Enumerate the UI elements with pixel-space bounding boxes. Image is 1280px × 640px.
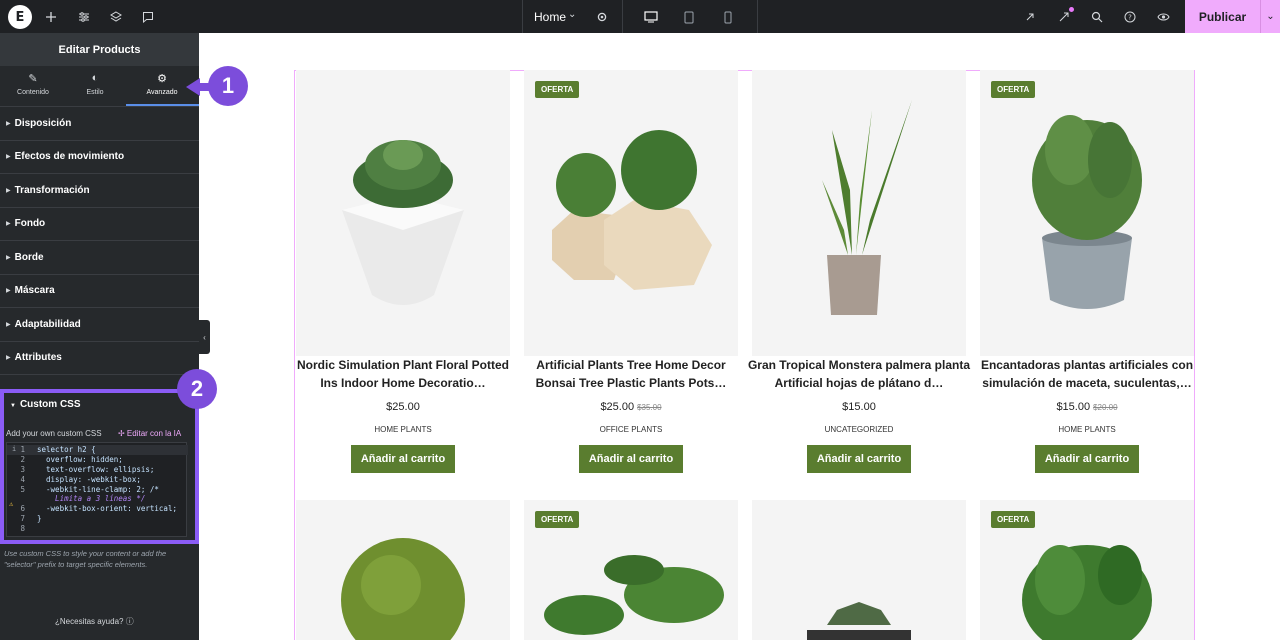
caret-right-icon: ▶ (6, 254, 11, 261)
add-to-cart-button[interactable]: Añadir al carrito (807, 445, 911, 473)
product-price: $25.00 (386, 401, 420, 413)
page-selector[interactable]: Home (534, 10, 566, 24)
custom-css-help-text: Use custom CSS to style your content or … (4, 549, 167, 569)
section-label: Adaptabilidad (14, 318, 81, 330)
product-image[interactable] (296, 500, 510, 640)
product-title[interactable]: Gran Tropical Monstera palmera planta Ar… (746, 356, 972, 392)
help-icon[interactable]: ? (1119, 6, 1141, 28)
section-mask[interactable]: ▶ Máscara (0, 275, 199, 308)
settings-sliders-icon[interactable] (73, 6, 95, 28)
collapse-panel-chevron-icon[interactable]: ‹ (199, 320, 210, 354)
add-to-cart-button[interactable]: Añadir al carrito (1035, 445, 1139, 473)
section-transform[interactable]: ▶ Transformación (0, 174, 199, 208)
product-image[interactable] (296, 70, 510, 356)
section-label: Máscara (14, 285, 55, 297)
sale-badge: OFERTA (991, 81, 1036, 98)
sale-badge: OFERTA (535, 81, 580, 98)
section-attributes[interactable]: ▶ Attributes (0, 342, 199, 375)
product-title[interactable]: Nordic Simulation Plant Floral Potted In… (290, 356, 516, 392)
panel-title: Editar Products (0, 33, 199, 66)
editor-panel: Editar Products ✎ Contenido ◐ Estilo ⚙ A… (0, 33, 199, 640)
product-price: $25.00 $35.00 (600, 401, 662, 413)
svg-text:?: ? (1128, 14, 1132, 22)
layers-icon[interactable] (105, 6, 127, 28)
publish-button[interactable]: Publicar (1185, 0, 1260, 33)
edit-with-ai-link[interactable]: ✢ Editar con la IA (118, 429, 181, 438)
chevron-down-icon[interactable]: ⌄ (568, 9, 576, 20)
product-old-price: $20.00 (1093, 403, 1118, 412)
tab-content[interactable]: ✎ Contenido (0, 66, 66, 107)
product-category[interactable]: HOME PLANTS (980, 425, 1194, 434)
section-label: Fondo (14, 218, 46, 230)
step-badge-2: 2 (177, 369, 217, 409)
warning-icon: ⚠ (9, 500, 14, 508)
top-bar: E Home ⌄ ? Publicar ⌄ (0, 0, 1280, 33)
caret-right-icon: ▶ (6, 187, 11, 194)
caret-right-icon: ▶ (6, 321, 11, 328)
publish-options-chevron-icon[interactable]: ⌄ (1260, 0, 1280, 33)
section-motion-effects[interactable]: ▶ Efectos de movimiento (0, 141, 199, 174)
section-label: Efectos de movimiento (14, 151, 125, 163)
product-image[interactable] (752, 70, 966, 356)
tab-style[interactable]: ◐ Estilo (62, 66, 128, 107)
custom-css-section: ▼ Custom CSS Add your own custom CSS ✢ Ed… (0, 389, 199, 544)
elementor-logo-icon[interactable]: E (8, 5, 32, 29)
section-responsive[interactable]: ▶ Adaptabilidad (0, 308, 199, 342)
section-label: Transformación (14, 184, 90, 196)
add-to-cart-button[interactable]: Añadir al carrito (351, 445, 455, 473)
custom-css-label: Add your own custom CSS (6, 429, 102, 438)
product-price: $15.00 (842, 401, 876, 413)
active-line-highlight (7, 445, 188, 455)
preview-eye-icon[interactable] (1152, 6, 1174, 28)
section-border[interactable]: ▶ Borde (0, 241, 199, 275)
active-tab-indicator (126, 104, 199, 106)
rocket-icon[interactable] (1019, 6, 1041, 28)
section-layout[interactable]: ▶ Disposición (0, 107, 199, 141)
section-label: Attributes (14, 352, 62, 364)
caret-right-icon: ▶ (6, 288, 11, 295)
tab-label: Estilo (86, 89, 104, 96)
product-old-price: $35.00 (637, 403, 662, 412)
tablet-device-icon[interactable] (678, 6, 700, 28)
section-background[interactable]: ▶ Fondo (0, 208, 199, 241)
caret-right-icon: ▶ (6, 120, 11, 127)
sale-badge: OFERTA (535, 511, 580, 528)
product-image[interactable] (752, 500, 966, 640)
section-label: Custom CSS (19, 399, 81, 410)
caret-down-icon: ▼ (10, 403, 16, 409)
caret-right-icon: ▶ (6, 154, 11, 161)
need-help-link[interactable]: ¿Necesitas ayuda? ⓘ (55, 616, 134, 627)
tab-label: Contenido (17, 89, 49, 96)
add-to-cart-button[interactable]: Añadir al carrito (579, 445, 683, 473)
pencil-icon: ✎ (28, 73, 38, 85)
css-code-editor[interactable]: i ⚠ 1 selector h2 { 2 overflow: hidden; 3… (6, 442, 188, 537)
search-icon[interactable] (1086, 6, 1108, 28)
section-label: Disposición (14, 117, 72, 129)
section-label: Borde (14, 251, 44, 263)
product-category[interactable]: OFFICE PLANTS (524, 425, 738, 434)
product-image[interactable] (524, 70, 738, 356)
panel-tabs: ✎ Contenido ◐ Estilo ⚙ Avanzado (0, 66, 199, 107)
step-badge-1: 1 (208, 66, 248, 106)
notification-dot (1069, 7, 1074, 12)
add-icon[interactable] (40, 6, 62, 28)
mobile-device-icon[interactable] (717, 6, 739, 28)
product-category[interactable]: HOME PLANTS (296, 425, 510, 434)
product-title[interactable]: Encantadoras plantas artificiales con si… (974, 356, 1200, 392)
contrast-icon: ◐ (91, 72, 99, 84)
product-image[interactable] (980, 70, 1194, 356)
caret-right-icon: ▶ (6, 221, 11, 228)
caret-right-icon: ▶ (6, 355, 11, 362)
divider (622, 0, 623, 33)
product-title[interactable]: Artificial Plants Tree Home Decor Bonsai… (518, 356, 744, 392)
custom-css-header[interactable]: ▼ Custom CSS (10, 399, 81, 410)
comments-icon[interactable] (137, 6, 159, 28)
page-settings-gear-icon[interactable] (591, 6, 613, 28)
sale-badge: OFERTA (991, 511, 1036, 528)
desktop-device-icon[interactable] (640, 6, 662, 28)
product-price: $15.00 $20.00 (1056, 401, 1118, 413)
product-category[interactable]: UNCATEGORIZED (752, 425, 966, 434)
